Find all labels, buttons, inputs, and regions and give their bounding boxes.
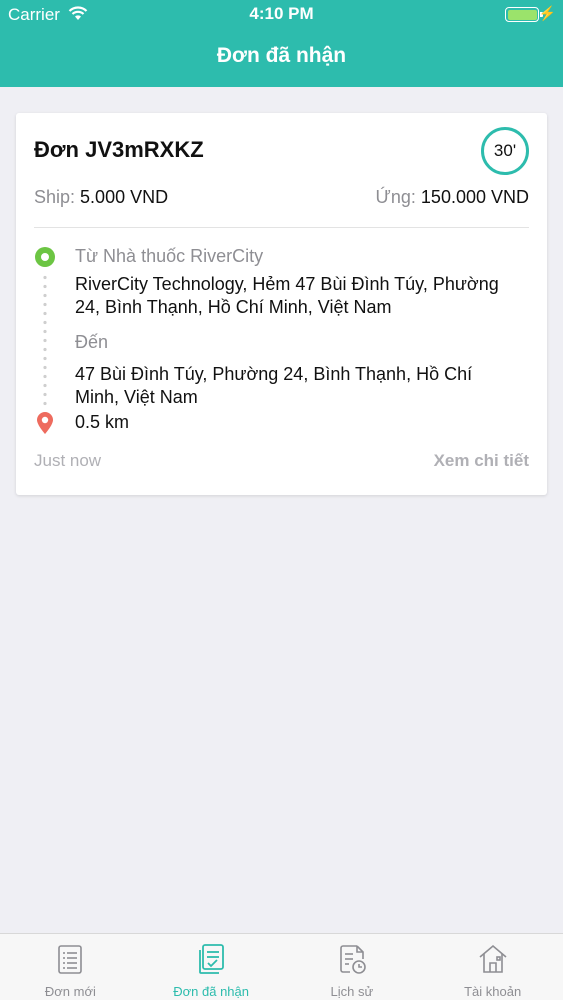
history-icon	[340, 945, 366, 974]
pickup-address: RiverCity Technology, Hẻm 47 Bùi Đình Tú…	[75, 274, 499, 317]
ship-label: Ship:	[34, 187, 76, 207]
pickup-label: Từ Nhà thuốc RiverCity	[75, 246, 264, 266]
dropoff-address: 47 Bùi Đình Túy, Phường 24, Bình Thạnh, …	[75, 364, 473, 407]
advance-label: Ứng:	[375, 187, 416, 207]
status-bar: Carrier 4:10 PM ⚡	[0, 0, 563, 30]
status-time: 4:10 PM	[249, 4, 314, 23]
tab-label: Tài khoản	[464, 984, 522, 999]
location-pin-icon	[37, 412, 53, 434]
tab-received-orders[interactable]: Đơn đã nhận	[141, 934, 282, 1000]
timer-badge: 30'	[481, 127, 529, 175]
battery-icon	[505, 7, 543, 22]
advance-amount: Ứng: 150.000 VND	[376, 187, 530, 208]
tab-account[interactable]: Tài khoản	[422, 934, 563, 1000]
ship-fee: Ship: 5.000 VND	[34, 187, 168, 208]
tab-label: Đơn đã nhận	[173, 984, 249, 999]
distance: 0.5 km	[75, 412, 130, 432]
document-list-icon	[58, 945, 83, 974]
page-title: Đơn đã nhận	[216, 44, 347, 67]
dropoff-label: Đến	[75, 332, 109, 352]
order-card[interactable]: Đơn JV3mRXKZ 30' Ship: 5.000 VND Ứng: 15…	[16, 113, 547, 495]
view-detail-link[interactable]: Xem chi tiết	[434, 451, 529, 471]
tab-label: Lịch sử	[330, 984, 374, 999]
advance-value: 150.000 VND	[420, 187, 529, 207]
nav-bar: Đơn đã nhận	[0, 30, 563, 87]
divider	[34, 227, 529, 228]
order-code: Đơn JV3mRXKZ	[34, 137, 204, 162]
route-line	[43, 273, 47, 409]
home-account-icon	[479, 944, 507, 973]
document-check-icon	[199, 944, 225, 974]
tab-label: Đơn mới	[44, 984, 96, 999]
charging-icon: ⚡	[538, 5, 556, 21]
timestamp: Just now	[34, 451, 102, 470]
timer-value: 30'	[493, 141, 517, 160]
tab-new-orders[interactable]: Đơn mới	[0, 934, 141, 1000]
ship-value: 5.000 VND	[80, 187, 169, 207]
start-marker-icon	[35, 247, 55, 267]
tab-bar: Đơn mới Đơn đã nhận Lịch sử Tài khoản	[0, 933, 563, 1000]
tab-history[interactable]: Lịch sử	[282, 934, 423, 1000]
